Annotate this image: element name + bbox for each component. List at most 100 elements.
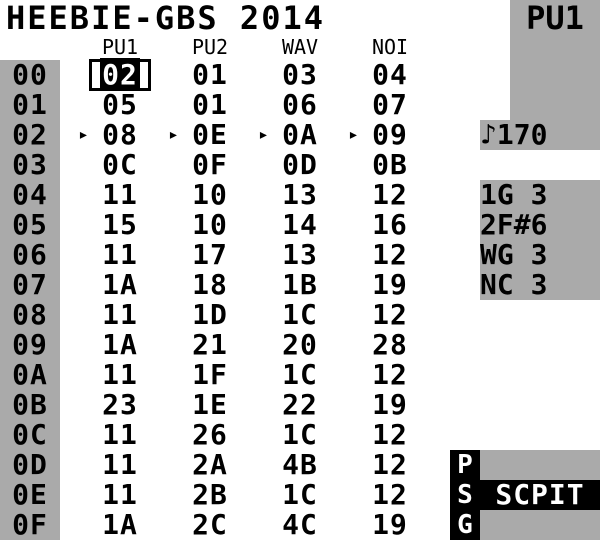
chain-cell-pu2[interactable]: 2C: [180, 510, 240, 540]
chain-value: 1E: [192, 388, 228, 421]
chain-cell-pu2[interactable]: 18: [180, 270, 240, 300]
chain-cell-pu2[interactable]: 01: [180, 60, 240, 90]
chain-cell-pu2[interactable]: 0F: [180, 150, 240, 180]
chain-value: 0D: [282, 148, 318, 181]
chain-cell-pu2[interactable]: 1D: [180, 300, 240, 330]
chain-value: 05: [102, 88, 138, 121]
chain-cell-wav[interactable]: 1C: [270, 420, 330, 450]
chain-cell-pu2[interactable]: 1F: [180, 360, 240, 390]
chain-cell-wav[interactable]: 06: [270, 90, 330, 120]
chain-value: 28: [372, 328, 408, 361]
chain-cell-noi[interactable]: 12: [360, 480, 420, 510]
chain-cell-pu2[interactable]: 10: [180, 210, 240, 240]
chain-cell-pu1[interactable]: 15: [90, 210, 150, 240]
chain-cell-pu2[interactable]: 1E: [180, 390, 240, 420]
chain-cell-noi[interactable]: 04: [360, 60, 420, 90]
chain-cell-noi[interactable]: 19: [360, 270, 420, 300]
row-number: 01: [12, 88, 48, 121]
chain-cell-pu1[interactable]: 23: [90, 390, 150, 420]
tempo-display[interactable]: ♪170: [480, 120, 600, 150]
chain-cell-pu1[interactable]: 1A: [90, 330, 150, 360]
chain-cell-pu1[interactable]: 11: [90, 420, 150, 450]
chain-value: 12: [372, 448, 408, 481]
chain-cell-pu1[interactable]: 11: [90, 480, 150, 510]
chain-value: 20: [282, 328, 318, 361]
chain-cell-pu2[interactable]: 2B: [180, 480, 240, 510]
chain-cell-noi[interactable]: 12: [360, 240, 420, 270]
chain-cell-noi[interactable]: 09: [360, 120, 420, 150]
chain-cell-wav[interactable]: 0A: [270, 120, 330, 150]
chain-value: 1C: [282, 418, 318, 451]
channel-header-wav: WAV: [281, 35, 319, 59]
chain-cell-noi[interactable]: 19: [360, 390, 420, 420]
chain-cell-pu1[interactable]: 1A: [90, 510, 150, 540]
chain-cell-wav[interactable]: 1B: [270, 270, 330, 300]
chain-cell-pu2[interactable]: 21: [180, 330, 240, 360]
chain-cell-pu1[interactable]: 02: [89, 58, 151, 91]
chain-cell-pu1[interactable]: 08: [90, 120, 150, 150]
channel-header-noi: NOI: [371, 35, 409, 59]
chain-cell-noi[interactable]: 28: [360, 330, 420, 360]
chain-cell-wav[interactable]: 14: [270, 210, 330, 240]
chain-cell-noi[interactable]: 0B: [360, 150, 420, 180]
chain-cell-pu1[interactable]: 11: [90, 450, 150, 480]
screen-map-song[interactable]: S: [450, 480, 480, 510]
chain-cell-pu1[interactable]: 11: [90, 180, 150, 210]
side-panel-top: [510, 36, 600, 120]
chain-cell-pu2[interactable]: 2A: [180, 450, 240, 480]
chain-value: 12: [372, 178, 408, 211]
channel-header-pu1: PU1: [101, 35, 139, 59]
chain-cell-wav[interactable]: 1C: [270, 480, 330, 510]
chain-value: 2B: [192, 478, 228, 511]
chain-cell-wav[interactable]: 22: [270, 390, 330, 420]
chain-cell-wav[interactable]: 13: [270, 180, 330, 210]
chain-cell-wav[interactable]: 0D: [270, 150, 330, 180]
chain-cell-noi[interactable]: 19: [360, 510, 420, 540]
chain-value: 19: [372, 388, 408, 421]
chain-cell-wav[interactable]: 13: [270, 240, 330, 270]
chain-value: 1C: [282, 298, 318, 331]
chain-cell-pu2[interactable]: 17: [180, 240, 240, 270]
chain-value: 11: [102, 418, 138, 451]
chain-cell-noi[interactable]: 12: [360, 300, 420, 330]
chain-cell-pu2[interactable]: 0E: [180, 120, 240, 150]
chain-value: 22: [282, 388, 318, 421]
chain-cell-pu2[interactable]: 01: [180, 90, 240, 120]
chain-cell-wav[interactable]: 20: [270, 330, 330, 360]
row-number: 0F: [12, 508, 48, 541]
chain-cell-pu2[interactable]: 10: [180, 180, 240, 210]
chain-cell-pu2[interactable]: 26: [180, 420, 240, 450]
chain-value: 1D: [192, 298, 228, 331]
chain-cell-pu1[interactable]: 11: [90, 360, 150, 390]
play-position-arrow-icon: ▸: [348, 124, 359, 145]
chain-cell-pu1[interactable]: 05: [90, 90, 150, 120]
chain-cell-wav[interactable]: 1C: [270, 300, 330, 330]
play-position-arrow-icon: ▸: [168, 124, 179, 145]
chain-cell-noi[interactable]: 12: [360, 450, 420, 480]
chain-value: 0F: [192, 148, 228, 181]
chain-cell-noi[interactable]: 12: [360, 180, 420, 210]
chain-cell-wav[interactable]: 1C: [270, 360, 330, 390]
chain-value: 0C: [102, 148, 138, 181]
chain-value: 10: [192, 208, 228, 241]
chain-cell-wav[interactable]: 4C: [270, 510, 330, 540]
chain-cell-pu1[interactable]: 11: [90, 300, 150, 330]
chain-value: 0B: [372, 148, 408, 181]
chain-value: 26: [192, 418, 228, 451]
chain-cell-pu1[interactable]: 11: [90, 240, 150, 270]
chain-cell-wav[interactable]: 03: [270, 60, 330, 90]
screen-map-phrase[interactable]: P: [450, 450, 480, 480]
chain-cell-noi[interactable]: 12: [360, 360, 420, 390]
chain-value: 1C: [282, 478, 318, 511]
chain-cell-noi[interactable]: 07: [360, 90, 420, 120]
screen-map-groove[interactable]: G: [450, 510, 480, 540]
chain-cell-noi[interactable]: 12: [360, 420, 420, 450]
chain-cell-wav[interactable]: 4B: [270, 450, 330, 480]
screen-map-row: SCPIT: [480, 480, 600, 510]
channel-header-pu2: PU2: [191, 35, 229, 59]
chain-cell-noi[interactable]: 16: [360, 210, 420, 240]
chain-cell-pu1[interactable]: 0C: [90, 150, 150, 180]
chain-cell-pu1[interactable]: 1A: [90, 270, 150, 300]
chain-value: 14: [282, 208, 318, 241]
chain-value: 10: [192, 178, 228, 211]
